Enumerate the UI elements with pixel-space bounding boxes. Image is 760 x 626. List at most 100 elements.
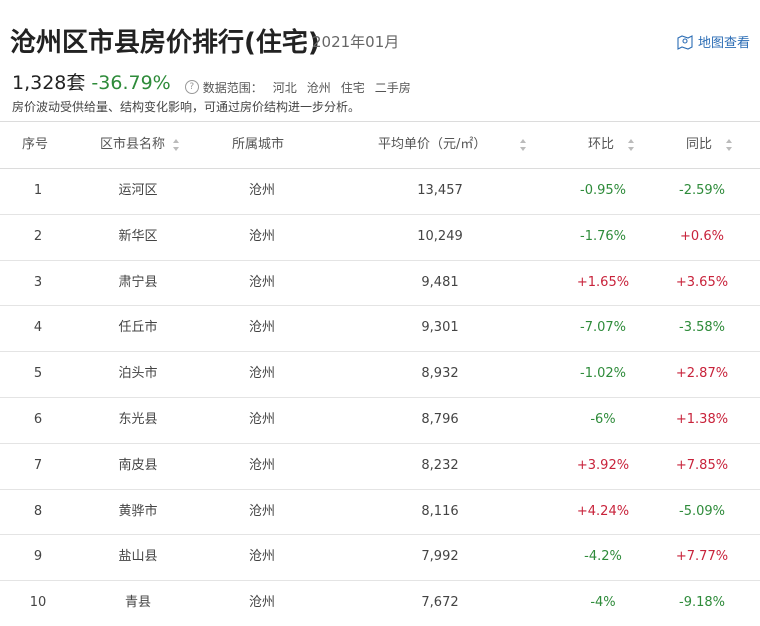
sort-icon[interactable] — [628, 139, 635, 151]
cell-district-name: 青县 — [124, 595, 151, 611]
col-header-index: 序号 — [22, 122, 48, 168]
cell-year-change: +3.65% — [675, 274, 729, 290]
scope-label: 数据范围： — [202, 80, 263, 95]
price-note: 房价波动受供给量、结构变化影响，可通过房价结构进一步分析。 — [12, 100, 361, 114]
table-row[interactable]: 8 黄骅市 沧州 8,116 +4.24% -5.09% — [0, 490, 760, 536]
table-row[interactable]: 1 运河区 沧州 13,457 -0.95% -2.59% — [0, 169, 760, 215]
cell-month-change: -4.2% — [584, 549, 622, 565]
cell-avg-price: 8,116 — [421, 503, 459, 519]
cell-index: 1 — [33, 183, 43, 198]
cell-year-change: +0.6% — [680, 228, 724, 244]
cell-district-name: 黄骅市 — [118, 503, 158, 519]
cell-avg-price: 13,457 — [417, 183, 463, 198]
cell-year-change: -2.59% — [679, 183, 725, 198]
map-view-label: 地图查看 — [697, 36, 750, 51]
cell-month-change: -4% — [590, 595, 616, 611]
table-row[interactable]: 3 肃宁县 沧州 9,481 +1.65% +3.65% — [0, 261, 760, 307]
cell-city: 沧州 — [248, 411, 275, 427]
table-body: 1 运河区 沧州 13,457 -0.95% -2.59% 2 新华区 沧州 10,249 -1.7… — [0, 169, 760, 626]
cell-month-change: -0.95% — [580, 183, 626, 198]
cell-year-change: +7.85% — [675, 457, 729, 473]
report-date: 2021年01月 — [312, 33, 400, 51]
col-header-price-label: 平均单价（元/㎡） — [378, 137, 487, 152]
cell-district-name: 泊头市 — [118, 366, 158, 382]
question-icon[interactable]: ? — [184, 80, 199, 94]
table-row[interactable]: 9 盐山县 沧州 7,992 -4.2% +7.77% — [0, 535, 760, 582]
cell-index: 5 — [33, 366, 43, 382]
cell-district-name: 运河区 — [118, 183, 158, 198]
scope-tag-type: 住宅 — [340, 80, 365, 95]
page-title: 沧州区市县房价排行(住宅) — [10, 28, 320, 58]
table-row[interactable]: 7 南皮县 沧州 8,232 +3.92% +7.85% — [0, 444, 760, 490]
cell-year-change: +2.87% — [675, 366, 729, 382]
table-row[interactable]: 5 泊头市 沧州 8,932 -1.02% +2.87% — [0, 352, 760, 398]
cell-month-change: -7.07% — [580, 320, 626, 336]
col-header-yoy-label: 同比 — [686, 137, 713, 152]
cell-month-change: -1.76% — [580, 228, 626, 244]
cell-year-change: -3.58% — [679, 320, 725, 336]
cell-avg-price: 7,992 — [421, 549, 459, 565]
cell-month-change: +4.24% — [576, 503, 630, 519]
cell-index: 7 — [33, 457, 43, 473]
table-row[interactable]: 2 新华区 沧州 10,249 -1.76% +0.6% — [0, 215, 760, 261]
cell-city: 沧州 — [248, 320, 275, 336]
cell-district-name: 南皮县 — [118, 457, 158, 473]
sort-icon[interactable] — [726, 139, 733, 151]
col-header-name-label: 区市县名称 — [100, 137, 166, 152]
cell-city: 沧州 — [248, 549, 275, 565]
col-header-mom-label: 环比 — [588, 137, 615, 152]
ranking-table: 序号 区市县名称 所属城市 平均单价（元/㎡） 环比 同比 1 运河区 沧州 13,4… — [0, 121, 760, 626]
table-row[interactable]: 10 青县 沧州 7,672 -4% -9.18% — [0, 581, 760, 626]
cell-year-change: -5.09% — [679, 503, 725, 519]
scope-tag-province: 河北 — [272, 80, 297, 95]
cell-avg-price: 9,301 — [421, 320, 459, 336]
cell-index: 10 — [29, 595, 47, 611]
data-scope: ? 数据范围： 河北 沧州 住宅 二手房 — [184, 79, 411, 96]
sort-icon[interactable] — [173, 139, 180, 151]
col-header-price[interactable]: 平均单价（元/㎡） — [378, 122, 527, 168]
col-header-city: 所属城市 — [232, 122, 284, 168]
cell-year-change: +7.77% — [675, 549, 729, 565]
cell-city: 沧州 — [248, 457, 275, 473]
table-header: 序号 区市县名称 所属城市 平均单价（元/㎡） 环比 同比 — [0, 121, 760, 169]
cell-city: 沧州 — [248, 274, 275, 290]
col-header-index-label: 序号 — [22, 137, 49, 152]
map-view-link[interactable]: 地图查看 — [677, 32, 750, 51]
cell-avg-price: 7,672 — [421, 595, 459, 611]
cell-district-name: 肃宁县 — [118, 274, 158, 290]
cell-index: 3 — [33, 274, 43, 290]
cell-month-change: -1.02% — [580, 366, 626, 382]
cell-month-change: +3.92% — [576, 457, 630, 473]
cell-city: 沧州 — [248, 503, 275, 519]
table-row[interactable]: 6 东光县 沧州 8,796 -6% +1.38% — [0, 398, 760, 444]
cell-avg-price: 10,249 — [417, 228, 463, 244]
table-row[interactable]: 4 任丘市 沧州 9,301 -7.07% -3.58% — [0, 306, 760, 353]
cell-avg-price: 8,796 — [421, 411, 459, 427]
cell-month-change: -6% — [590, 411, 616, 427]
cell-index: 2 — [33, 228, 43, 244]
sort-icon[interactable] — [520, 139, 527, 151]
cell-city: 沧州 — [248, 183, 275, 198]
cell-index: 9 — [33, 549, 43, 565]
col-header-yoy[interactable]: 同比 — [686, 122, 733, 168]
cell-district-name: 新华区 — [118, 228, 158, 244]
cell-district-name: 任丘市 — [118, 320, 158, 336]
cell-index: 8 — [33, 503, 43, 519]
listing-count: 1,328套 — [12, 72, 86, 94]
cell-district-name: 盐山县 — [118, 549, 158, 565]
scope-tag-market: 二手房 — [374, 80, 411, 95]
cell-avg-price: 8,932 — [421, 366, 459, 382]
cell-month-change: +1.65% — [576, 274, 630, 290]
col-header-name[interactable]: 区市县名称 — [100, 122, 180, 168]
page-header: 沧州区市县房价排行(住宅) 2021年01月 地图查看 1,328套 -36.7… — [0, 0, 760, 120]
scope-tag-city: 沧州 — [306, 80, 331, 95]
cell-avg-price: 8,232 — [421, 457, 459, 473]
col-header-mom[interactable]: 环比 — [588, 122, 635, 168]
cell-district-name: 东光县 — [118, 411, 158, 427]
summary-stats: 1,328套 -36.79% ? 数据范围： 河北 沧州 住宅 二手房 — [12, 68, 411, 96]
cell-avg-price: 9,481 — [421, 274, 459, 290]
col-header-city-label: 所属城市 — [232, 137, 285, 152]
cell-index: 6 — [33, 411, 43, 427]
map-icon — [677, 34, 693, 50]
cell-year-change: -9.18% — [679, 595, 725, 611]
